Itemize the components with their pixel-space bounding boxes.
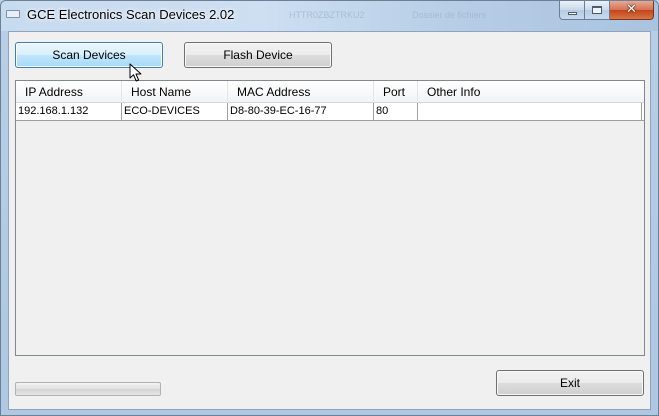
close-button[interactable]: ✕ (610, 1, 654, 20)
minimize-icon (568, 12, 577, 15)
cell-host-name: ECO-DEVICES (122, 103, 228, 120)
column-header-host-name[interactable]: Host Name (122, 81, 228, 103)
table-row[interactable]: 192.168.1.132 ECO-DEVICES D8-80-39-EC-16… (16, 103, 644, 121)
column-header-mac-address[interactable]: MAC Address (228, 81, 374, 103)
flash-device-button[interactable]: Flash Device (184, 42, 332, 68)
caption-buttons: ✕ (559, 1, 654, 21)
background-ghost-text: Dossier de fichiers (412, 10, 487, 20)
scan-progress-bar (15, 382, 161, 396)
devices-list[interactable]: IP Address Host Name MAC Address Port Ot… (15, 80, 645, 356)
window-title: GCE Electronics Scan Devices 2.02 (27, 7, 235, 22)
minimize-button[interactable] (559, 1, 585, 20)
cell-other-info (418, 103, 642, 120)
cell-mac-address: D8-80-39-EC-16-77 (228, 103, 374, 120)
list-header: IP Address Host Name MAC Address Port Ot… (16, 81, 644, 103)
column-header-port[interactable]: Port (374, 81, 418, 103)
close-icon: ✕ (626, 2, 637, 17)
background-ghost-text: HTTR0ZBZTRKU2 (289, 10, 365, 20)
app-icon (6, 10, 20, 18)
column-header-ip-address[interactable]: IP Address (16, 81, 122, 103)
column-header-other-info[interactable]: Other Info (418, 81, 644, 103)
mouse-pointer-icon (129, 63, 142, 82)
exit-button[interactable]: Exit (496, 370, 644, 396)
maximize-button[interactable] (585, 1, 610, 20)
cell-ip-address: 192.168.1.132 (16, 103, 122, 120)
app-window: GCE Electronics Scan Devices 2.02 HTTR0Z… (0, 0, 659, 416)
cell-port: 80 (374, 103, 418, 120)
maximize-icon (592, 6, 602, 14)
client-area: Scan Devices Flash Device IP Address Hos… (8, 31, 651, 410)
title-bar[interactable]: GCE Electronics Scan Devices 2.02 HTTR0Z… (1, 1, 658, 31)
